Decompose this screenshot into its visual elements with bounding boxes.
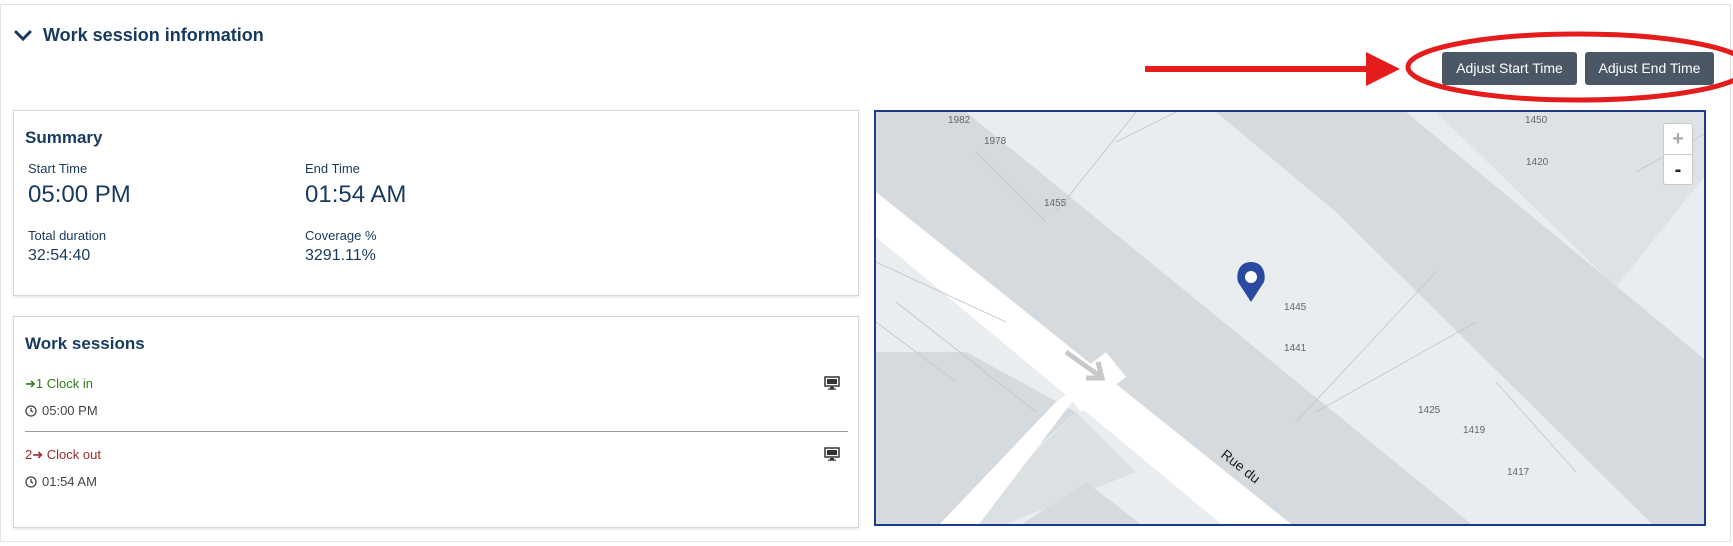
start-time-label: Start Time — [28, 161, 88, 176]
monitor-icon — [824, 376, 840, 390]
coverage-value: 3291.11% — [305, 247, 376, 264]
section-title: Work session information — [43, 25, 264, 45]
start-time-value: 05:00 PM — [28, 181, 131, 208]
chevron-down-icon[interactable] — [13, 26, 33, 46]
summary-title: Summary — [25, 128, 103, 147]
address-number: 1420 — [1526, 157, 1549, 168]
coverage-label: Coverage % — [305, 228, 377, 243]
address-number: 1445 — [1284, 302, 1307, 313]
work-sessions-card: Work sessions ➜1 Clock in 05:00 PM 2➜ Cl… — [13, 316, 859, 528]
address-number: 1441 — [1284, 343, 1307, 354]
map-tiles — [876, 112, 1704, 524]
address-number: 1978 — [984, 136, 1007, 147]
map-view[interactable]: + - 1982 1978 1455 1450 1420 1445 1441 1… — [874, 110, 1706, 526]
address-number: 1455 — [1044, 198, 1067, 209]
address-number: 1425 — [1418, 405, 1441, 416]
end-time-value: 01:54 AM — [305, 181, 407, 208]
zoom-in-button[interactable]: + — [1664, 124, 1692, 155]
summary-card: Summary Start Time 05:00 PM End Time 01:… — [13, 110, 859, 296]
adjust-start-time-button[interactable]: Adjust Start Time — [1442, 52, 1577, 85]
zoom-out-button[interactable]: - — [1664, 155, 1692, 185]
clock-icon — [25, 475, 37, 488]
monitor-icon — [824, 447, 840, 461]
address-number: 1450 — [1525, 115, 1548, 126]
clock-icon — [25, 404, 37, 417]
address-number: 1417 — [1507, 467, 1530, 478]
clock-in-label: ➜1 Clock in — [25, 376, 93, 391]
clock-in-time: 05:00 PM — [25, 403, 98, 418]
clock-out-time-text: 01:54 AM — [42, 474, 97, 489]
total-duration-value: 32:54:40 — [28, 247, 91, 264]
address-number: 1419 — [1463, 425, 1486, 436]
address-number: 1982 — [948, 115, 971, 126]
section-header[interactable]: Work session information — [13, 25, 264, 46]
session-divider — [25, 431, 848, 432]
adjust-end-time-button[interactable]: Adjust End Time — [1585, 52, 1714, 85]
clock-in-time-text: 05:00 PM — [42, 403, 98, 418]
work-sessions-title: Work sessions — [25, 334, 145, 353]
clock-out-time: 01:54 AM — [25, 474, 97, 489]
zoom-control: + - — [1663, 123, 1693, 185]
end-time-label: End Time — [305, 161, 360, 176]
total-duration-label: Total duration — [28, 228, 107, 243]
clock-out-label: 2➜ Clock out — [25, 447, 101, 462]
